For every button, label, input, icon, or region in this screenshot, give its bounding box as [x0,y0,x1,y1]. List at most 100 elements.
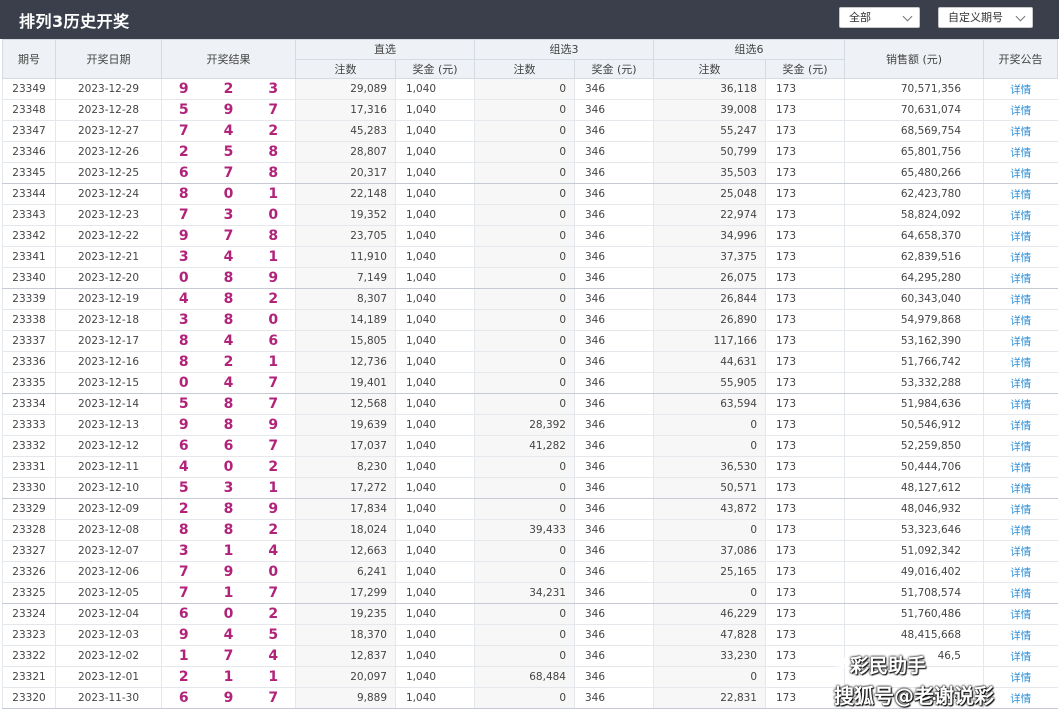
direct-count-cell: 20,317 [295,162,396,184]
detail-link[interactable]: 详情 [983,267,1058,289]
issue-cell: 23347 [2,120,56,142]
group6-count-cell: 34,996 [653,225,766,247]
group3-count-cell: 68,484 [474,666,575,688]
period-filter-select[interactable]: 自定义期号 [938,7,1033,28]
issue-cell: 23331 [2,456,56,478]
sales-cell: 62,839,516 [844,246,984,268]
ball-digit: 7 [161,582,206,604]
detail-link[interactable]: 详情 [983,246,1058,268]
date-cell: 2023-12-15 [55,372,162,394]
direct-count-cell: 23,705 [295,225,396,247]
detail-link[interactable]: 详情 [983,204,1058,226]
detail-link[interactable]: 详情 [983,435,1058,457]
detail-link[interactable]: 详情 [983,645,1058,667]
group6-count-cell: 117,166 [653,330,766,352]
detail-link[interactable]: 详情 [983,162,1058,184]
detail-link[interactable]: 详情 [983,561,1058,583]
detail-link[interactable]: 详情 [983,330,1058,352]
ball-digit: 8 [205,393,252,415]
group6-prize-cell: 173 [765,582,845,604]
sales-cell: 60,343,040 [844,288,984,310]
group3-count-cell: 0 [474,99,575,121]
group6-count-cell: 55,905 [653,372,766,394]
detail-link[interactable]: 详情 [983,582,1058,604]
detail-link[interactable]: 详情 [983,225,1058,247]
issue-cell: 23338 [2,309,56,331]
sales-cell: 70,571,356 [844,78,984,100]
detail-link[interactable]: 详情 [983,141,1058,163]
date-cell: 2023-12-13 [55,414,162,436]
group3-prize-cell: 346 [574,519,654,541]
date-cell: 2023-12-26 [55,141,162,163]
direct-count-cell: 22,148 [295,183,396,205]
group3-count-cell: 0 [474,78,575,100]
ball-digit: 4 [205,246,252,268]
issue-cell: 23320 [2,687,56,709]
group3-prize-cell: 346 [574,78,654,100]
group6-count-cell: 25,165 [653,561,766,583]
detail-link[interactable]: 详情 [983,456,1058,478]
sales-cell: 51,092,342 [844,540,984,562]
date-cell: 2023-12-23 [55,204,162,226]
group3-count-cell: 0 [474,540,575,562]
direct-count-cell: 12,568 [295,393,396,415]
detail-link[interactable]: 详情 [983,519,1058,541]
issue-cell: 23348 [2,99,56,121]
issue-cell: 23333 [2,414,56,436]
group3-count-cell: 0 [474,267,575,289]
type-filter-select[interactable]: 全部 [839,7,920,28]
date-cell: 2023-12-27 [55,120,162,142]
issue-cell: 23343 [2,204,56,226]
direct-count-cell: 19,235 [295,603,396,625]
detail-link[interactable]: 详情 [983,351,1058,373]
direct-count-cell: 7,149 [295,267,396,289]
ball-digit: 9 [161,624,206,646]
ball-digit: 7 [161,120,206,142]
detail-link[interactable]: 详情 [983,288,1058,310]
detail-link[interactable]: 详情 [983,498,1058,520]
date-cell: 2023-12-10 [55,477,162,499]
sales-cell: 50,444,706 [844,456,984,478]
detail-link[interactable]: 详情 [983,687,1058,709]
detail-link[interactable]: 详情 [983,99,1058,121]
detail-link[interactable]: 详情 [983,372,1058,394]
issue-cell: 23322 [2,645,56,667]
sales-cell: 50,546,912 [844,414,984,436]
group6-count-cell: 26,890 [653,309,766,331]
group3-count-cell: 0 [474,309,575,331]
detail-link[interactable]: 详情 [983,624,1058,646]
sales-cell: 48,127,612 [844,477,984,499]
group3-count-cell: 0 [474,561,575,583]
direct-count-cell: 19,639 [295,414,396,436]
table-row: 23349 2023-12-29 9 2 3 29,089 1,040 0 346 36,118 1… [2,78,1058,100]
detail-link[interactable]: 详情 [983,309,1058,331]
date-cell: 2023-12-01 [55,666,162,688]
direct-prize-cell: 1,040 [395,393,475,415]
group3-prize-cell: 346 [574,141,654,163]
group3-count-cell: 0 [474,645,575,667]
ball-digit: 6 [161,162,206,184]
ball-digit: 8 [161,330,206,352]
detail-link[interactable]: 详情 [983,120,1058,142]
ball-digit: 2 [251,288,296,310]
ball-digit: 5 [161,477,206,499]
direct-count-cell: 17,299 [295,582,396,604]
detail-link[interactable]: 详情 [983,477,1058,499]
detail-link[interactable]: 详情 [983,183,1058,205]
detail-link[interactable]: 详情 [983,78,1058,100]
group3-count-cell: 0 [474,372,575,394]
issue-cell: 23321 [2,666,56,688]
detail-link[interactable]: 详情 [983,666,1058,688]
detail-link[interactable]: 详情 [983,540,1058,562]
detail-link[interactable]: 详情 [983,393,1058,415]
detail-link[interactable]: 详情 [983,414,1058,436]
ball-digit: 8 [161,183,206,205]
group6-count-cell: 26,844 [653,288,766,310]
ball-digit: 8 [161,351,206,373]
detail-link[interactable]: 详情 [983,603,1058,625]
group3-count-cell: 0 [474,687,575,709]
ball-digit: 3 [205,477,252,499]
col-group3-prize: 奖金 (元) [574,58,654,79]
ball-digit: 2 [251,603,296,625]
sales-cell: 53,162,390 [844,330,984,352]
